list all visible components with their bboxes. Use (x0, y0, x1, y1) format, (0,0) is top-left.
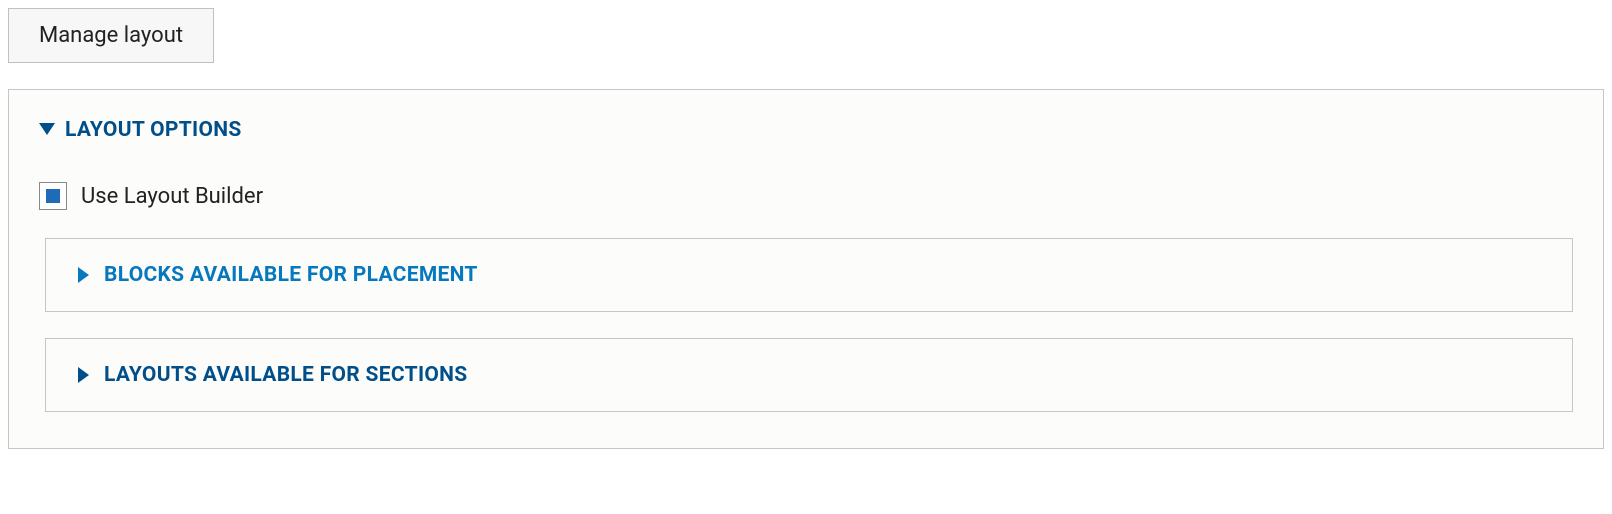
sub-panels: BLOCKS AVAILABLE FOR PLACEMENT LAYOUTS A… (39, 238, 1573, 412)
blocks-available-summary[interactable]: BLOCKS AVAILABLE FOR PLACEMENT (76, 263, 1542, 287)
layouts-available-panel: LAYOUTS AVAILABLE FOR SECTIONS (45, 338, 1573, 412)
manage-layout-tab-label: Manage layout (39, 23, 183, 48)
use-layout-builder-label: Use Layout Builder (81, 184, 263, 209)
layout-options-summary[interactable]: LAYOUT OPTIONS (39, 118, 1573, 142)
layouts-available-summary[interactable]: LAYOUTS AVAILABLE FOR SECTIONS (76, 363, 1542, 387)
layouts-available-title: LAYOUTS AVAILABLE FOR SECTIONS (104, 363, 468, 387)
caret-right-icon (76, 367, 92, 383)
manage-layout-tab[interactable]: Manage layout (8, 8, 214, 63)
caret-down-icon (39, 122, 55, 138)
checkbox-checked-icon (46, 189, 60, 203)
use-layout-builder-checkbox[interactable] (39, 182, 67, 210)
use-layout-builder-row: Use Layout Builder (39, 182, 1573, 210)
blocks-available-title: BLOCKS AVAILABLE FOR PLACEMENT (104, 263, 478, 287)
layout-options-panel: LAYOUT OPTIONS Use Layout Builder BLOCKS… (8, 89, 1604, 449)
blocks-available-panel: BLOCKS AVAILABLE FOR PLACEMENT (45, 238, 1573, 312)
layout-options-title: LAYOUT OPTIONS (65, 118, 242, 142)
caret-right-icon (76, 267, 92, 283)
